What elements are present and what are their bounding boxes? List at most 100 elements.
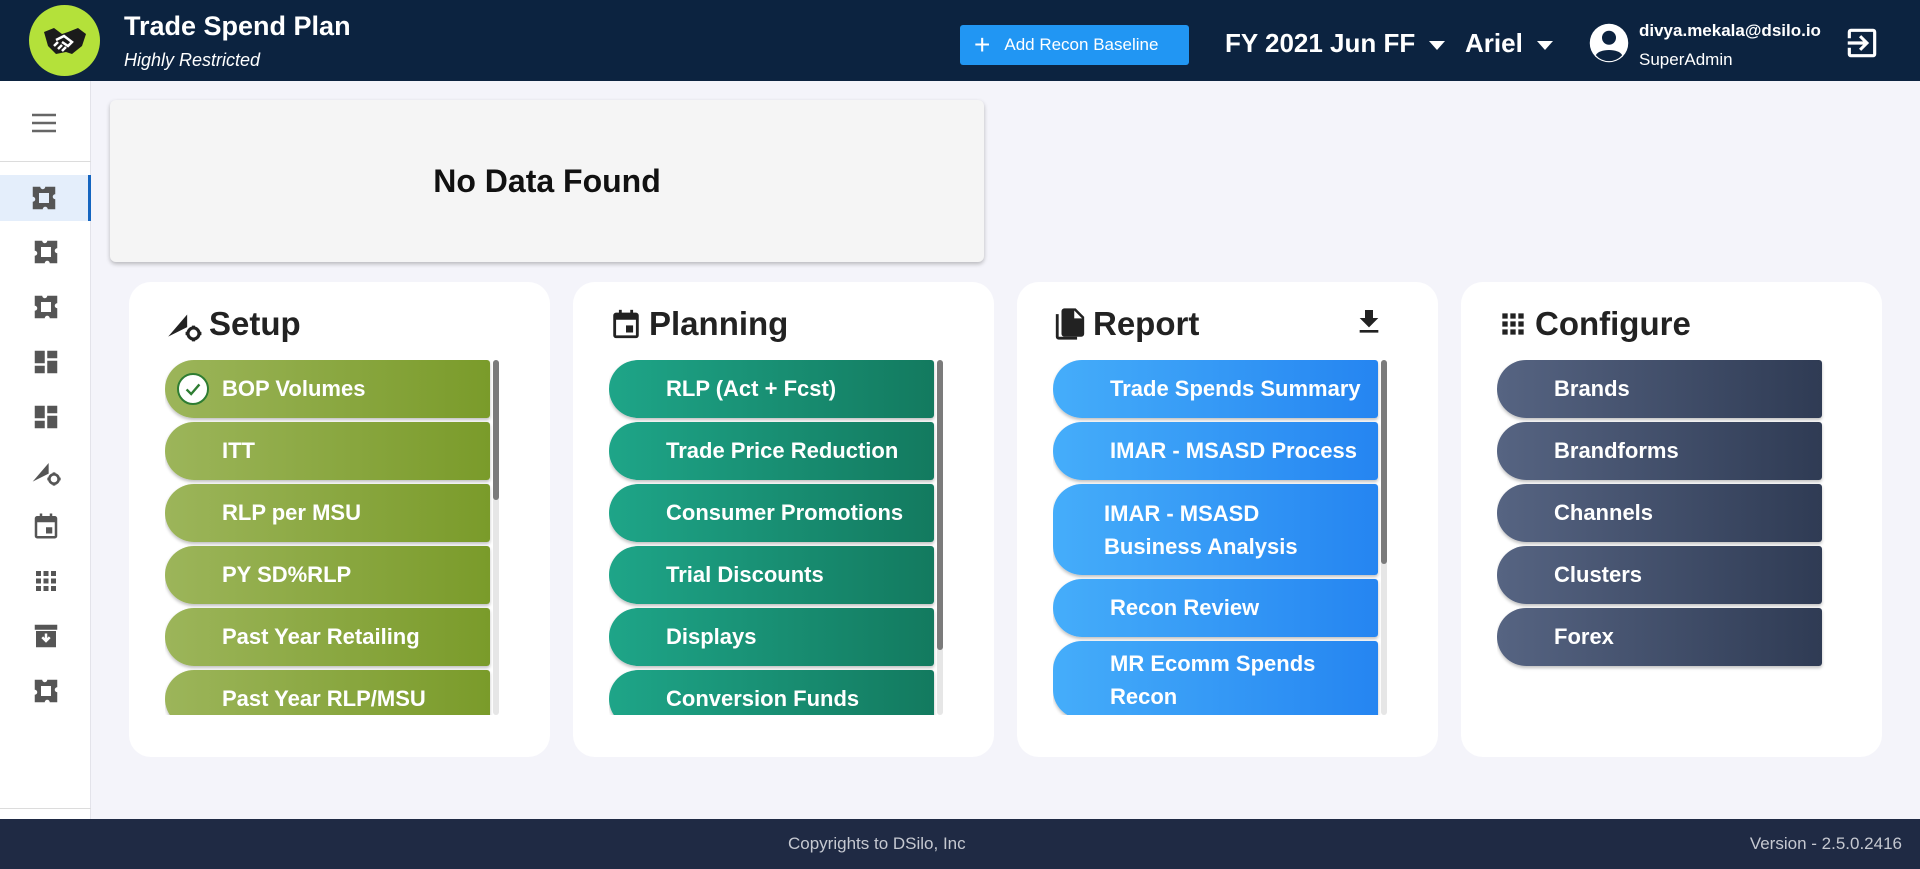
account-circle-icon[interactable] (1588, 22, 1630, 64)
setup-list: BOP Volumes ITT RLP per MSU PY SD%RLP Pa… (165, 360, 495, 715)
configure-item-brands[interactable]: Brands (1497, 360, 1822, 418)
setup-item-past-year-rlp-msu[interactable]: Past Year RLP/MSU (165, 670, 490, 715)
sidebar-item-2[interactable] (0, 229, 91, 275)
report-item-imar-msasd-business-analysis[interactable]: IMAR - MSASD Business Analysis (1053, 484, 1378, 575)
report-list: Trade Spends Summary IMAR - MSASD Proces… (1053, 360, 1383, 715)
setup-item-bop-volumes[interactable]: BOP Volumes (165, 360, 490, 418)
plus-icon: + (974, 29, 991, 60)
sidebar-item-setup[interactable] (0, 448, 91, 494)
brand-selector[interactable]: Ariel (1465, 28, 1553, 59)
calendar-icon (34, 513, 57, 539)
configure-item-channels[interactable]: Channels (1497, 484, 1822, 542)
app-subtitle: Highly Restricted (124, 50, 261, 70)
dashboard-icon (34, 350, 57, 374)
download-icon[interactable] (1353, 306, 1385, 338)
report-item-label: Trade Spends Summary (1110, 376, 1361, 401)
footer: Copyrights to DSilo, Inc Version - 2.5.0… (0, 819, 1920, 869)
hamburger-menu-icon[interactable] (28, 107, 60, 139)
setup-title: Setup (209, 305, 301, 342)
setup-icon (32, 463, 61, 486)
report-scrollbar-thumb[interactable] (1381, 360, 1387, 564)
puzzle-icon (34, 295, 57, 319)
planning-item-trial-discounts[interactable]: Trial Discounts (609, 546, 934, 604)
app-header: Trade Spend Plan Highly Restricted + Add… (0, 0, 1920, 81)
setup-item-label: Past Year RLP/MSU (222, 686, 426, 711)
sidebar-item-configure[interactable] (0, 558, 91, 604)
sidebar-item-planning[interactable] (0, 503, 91, 549)
report-item-trade-spends-summary[interactable]: Trade Spends Summary (1053, 360, 1378, 418)
planning-title: Planning (649, 305, 789, 342)
planning-list: RLP (Act + Fcst) Trade Price Reduction C… (609, 360, 939, 715)
setup-item-label: RLP per MSU (222, 500, 361, 525)
setup-item-rlp-per-msu[interactable]: RLP per MSU (165, 484, 490, 542)
configure-item-label: Clusters (1554, 562, 1643, 587)
sidebar-divider (0, 808, 91, 809)
copyright-text: Copyrights to DSilo, Inc (788, 834, 966, 853)
add-recon-baseline-button[interactable]: + Add Recon Baseline (960, 25, 1189, 65)
planning-panel: Planning RLP (Act + Fcst) Trade Price Re… (573, 282, 994, 757)
check-circle-icon (177, 373, 209, 405)
planning-item-label: Displays (666, 624, 757, 649)
user-role: SuperAdmin (1639, 50, 1733, 69)
setup-item-label: PY SD%RLP (222, 562, 352, 587)
setup-item-past-year-retailing[interactable]: Past Year Retailing (165, 608, 490, 666)
configure-list: Brands Brandforms Channels Clusters Fore… (1497, 360, 1827, 715)
period-selector[interactable]: FY 2021 Jun FF (1225, 28, 1446, 59)
archive-icon (34, 624, 57, 648)
sidebar-item-1[interactable] (0, 175, 91, 221)
sidebar-item-10[interactable] (0, 668, 91, 714)
planning-item-displays[interactable]: Displays (609, 608, 934, 666)
sidebar-divider (0, 161, 91, 162)
grid-icon (1502, 313, 1524, 335)
brand-selector-value: Ariel (1465, 28, 1523, 58)
calendar-icon (613, 309, 639, 339)
sidebar-item-5[interactable] (0, 394, 91, 440)
setup-panel: Setup BOP Volumes ITT RLP per MSU PY SD%… (129, 282, 550, 757)
configure-item-label: Forex (1554, 624, 1614, 649)
report-item-recon-review[interactable]: Recon Review (1053, 579, 1378, 637)
configure-item-forex[interactable]: Forex (1497, 608, 1822, 666)
configure-item-label: Brandforms (1554, 438, 1679, 463)
planning-item-trade-price-reduction[interactable]: Trade Price Reduction (609, 422, 934, 480)
report-item-label: IMAR - MSASD Business Analysis (1104, 500, 1298, 559)
sidebar-item-archive[interactable] (0, 613, 91, 659)
puzzle-icon (34, 679, 57, 703)
handshake-logo-icon (29, 5, 100, 76)
report-item-mr-ecomm-spends-recon[interactable]: MR Ecomm Spends Recon (1053, 641, 1378, 715)
logout-icon[interactable] (1843, 24, 1881, 62)
sidebar (0, 81, 91, 819)
setup-item-label: ITT (222, 438, 255, 463)
planning-item-consumer-promotions[interactable]: Consumer Promotions (609, 484, 934, 542)
report-item-label: Recon Review (1110, 595, 1260, 620)
setup-item-label: Past Year Retailing (222, 624, 420, 649)
planning-scrollbar-thumb[interactable] (937, 360, 943, 650)
no-data-card: No Data Found (110, 100, 984, 262)
period-selector-value: FY 2021 Jun FF (1225, 28, 1416, 58)
puzzle-icon (34, 240, 57, 264)
setup-item-itt[interactable]: ITT (165, 422, 490, 480)
version-text: Version - 2.5.0.2416 (1749, 834, 1902, 853)
configure-header: Configure (1497, 304, 1691, 344)
planning-item-conversion-funds[interactable]: Conversion Funds (609, 670, 934, 715)
planning-item-label: RLP (Act + Fcst) (666, 376, 837, 401)
planning-header: Planning (609, 304, 788, 344)
setup-icon (168, 314, 202, 342)
setup-item-py-sd-rlp[interactable]: PY SD%RLP (165, 546, 490, 604)
dashboard-icon (34, 405, 57, 429)
sidebar-item-4[interactable] (0, 339, 91, 385)
setup-scrollbar-thumb[interactable] (493, 360, 499, 500)
report-item-label: MR Ecomm Spends Recon (1110, 651, 1316, 709)
grid-icon (35, 571, 56, 591)
planning-item-label: Conversion Funds (666, 686, 860, 711)
sidebar-item-3[interactable] (0, 284, 91, 330)
report-item-label: IMAR - MSASD Process (1110, 438, 1357, 463)
chevron-down-icon (1536, 41, 1553, 50)
report-title: Report (1093, 305, 1200, 342)
user-email: divya.mekala@dsilo.io (1639, 21, 1821, 40)
configure-item-brandforms[interactable]: Brandforms (1497, 422, 1822, 480)
configure-item-clusters[interactable]: Clusters (1497, 546, 1822, 604)
report-item-imar-msasd-process[interactable]: IMAR - MSASD Process (1053, 422, 1378, 480)
chevron-down-icon (1429, 41, 1446, 50)
configure-panel: Configure Brands Brandforms Channels Clu… (1461, 282, 1882, 757)
planning-item-rlp[interactable]: RLP (Act + Fcst) (609, 360, 934, 418)
